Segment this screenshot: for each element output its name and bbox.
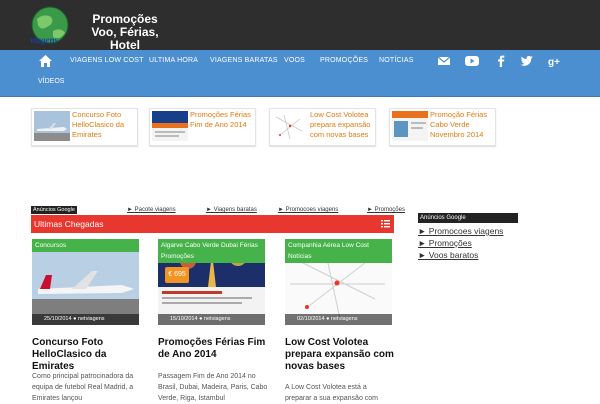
post-image[interactable]: Companhia Aérea Low Cost Notícias 02/10/…: [285, 239, 392, 325]
post-meta: 02/10/2014 ● netviagens: [285, 314, 392, 325]
youtube-icon[interactable]: [465, 55, 479, 67]
featured-title-2[interactable]: Promoções Férias Fim de Ano 2014: [190, 110, 256, 130]
facebook-icon[interactable]: [494, 55, 508, 67]
promo-thumbnail: [152, 111, 188, 141]
twitter-icon[interactable]: [520, 55, 534, 67]
featured-item-3[interactable]: Low Cost Volotea prepara expansão com no…: [269, 108, 376, 146]
featured-title-4[interactable]: Promoção Férias Cabo Verde Novembro 2014: [430, 110, 496, 140]
post-title[interactable]: Low Cost Volotea prepara expansão com no…: [285, 337, 395, 373]
latest-posts-title: Ultimas Chegadas: [34, 219, 104, 229]
mail-icon[interactable]: [437, 55, 451, 67]
post-date: 25/10/2014: [44, 316, 72, 322]
post-excerpt: Como principal patrocinadora da equipa d…: [32, 373, 134, 402]
nav-promocoes[interactable]: PROMOÇÕES: [320, 50, 368, 72]
logo-text: viagens: [30, 35, 58, 45]
nav-viagens-baratas[interactable]: VIAGENS BARATAS: [210, 50, 278, 72]
ad-link-promocoes[interactable]: ► Promoções: [367, 205, 405, 215]
post-meta: 15/10/2014 ● netviagens: [158, 314, 265, 325]
featured-title-3[interactable]: Low Cost Volotea prepara expansão com no…: [310, 110, 376, 140]
post-excerpt: A Low Cost Volotea está a preparar a sua…: [285, 384, 378, 402]
ad-link-pacote-viagens[interactable]: ► Pacote viagens: [127, 205, 176, 215]
ad-link-viagens-baratas[interactable]: ► Viagens baratas: [206, 205, 257, 215]
main-nav: VIAGENS LOW COST ULTIMA HORA VIAGENS BAR…: [0, 50, 600, 97]
nav-ultima-hora[interactable]: ULTIMA HORA: [149, 50, 198, 72]
post-author[interactable]: netviagens: [78, 316, 105, 322]
sidebar-ad-promocoes-viagens[interactable]: ► Promocoes viagens: [418, 226, 503, 236]
google-ads-bar: Anúncios Google ► Pacote viagens ► Viage…: [31, 205, 405, 215]
author-icon: ●: [199, 316, 203, 322]
post-meta: 25/10/2014 ● netviagens: [32, 314, 139, 325]
home-icon[interactable]: [38, 54, 53, 68]
list-menu-icon[interactable]: [381, 219, 390, 228]
post-title[interactable]: Concurso Foto HelloClasico da Emirates: [32, 337, 142, 373]
post-excerpt: Passagem Fim de Ano 2014 no Brasil, Duba…: [158, 373, 268, 402]
site-header: viagens Promoções Voo, Férias, Hotel: [0, 0, 600, 52]
sidebar-ad-promocoes[interactable]: ► Promoções: [418, 238, 472, 248]
google-plus-icon[interactable]: g+: [548, 55, 562, 67]
sidebar-ad-voos-baratos[interactable]: ► Voos baratos: [418, 250, 478, 260]
post-image[interactable]: € 695 Algarve Cabo Verde Dubai Férias Pr…: [158, 239, 265, 325]
svg-text:g+: g+: [548, 57, 560, 67]
airplane-thumbnail: [34, 111, 70, 141]
post-date: 15/10/2014: [170, 316, 198, 322]
cabo-verde-thumbnail: [392, 111, 428, 141]
nav-noticias[interactable]: NOTÍCIAS: [379, 50, 414, 72]
tagline-line2: Voo, Férias, Hotel: [91, 25, 159, 52]
ad-link-promocoes-viagens[interactable]: ► Promocoes viagens: [278, 205, 338, 215]
nav-videos[interactable]: VÍDEOS: [38, 78, 64, 85]
nav-viagens-low-cost[interactable]: VIAGENS LOW COST: [70, 50, 144, 72]
post-date: 02/10/2014: [297, 316, 325, 322]
post-title[interactable]: Promoções Férias Fim de Ano 2014: [158, 337, 268, 361]
sidebar-ads-label: Anúncios Google: [418, 213, 518, 223]
ads-label: Anúncios Google: [31, 206, 77, 214]
featured-item-1[interactable]: Concurso Foto HelloClasico da Emirates: [31, 108, 138, 146]
price-badge: € 695: [165, 267, 189, 283]
featured-title-1[interactable]: Concurso Foto HelloClasico da Emirates: [72, 110, 138, 140]
author-icon: ●: [326, 316, 330, 322]
post-category[interactable]: Concursos: [32, 239, 139, 252]
featured-item-2[interactable]: Promoções Férias Fim de Ano 2014: [149, 108, 256, 146]
post-category[interactable]: Algarve Cabo Verde Dubai Férias Promoçõe…: [158, 239, 265, 263]
latest-posts-header: Ultimas Chegadas: [31, 215, 394, 233]
site-tagline: Promoções Voo, Férias, Hotel: [75, 13, 175, 52]
nav-voos[interactable]: VOOS: [284, 50, 305, 72]
post-author[interactable]: netviagens: [204, 316, 231, 322]
author-icon: ●: [73, 316, 77, 322]
post-image[interactable]: Concursos 25/10/2014 ● netviagens: [32, 239, 139, 325]
featured-item-4[interactable]: Promoção Férias Cabo Verde Novembro 2014: [389, 108, 496, 146]
map-thumbnail: [272, 111, 308, 141]
post-category[interactable]: Companhia Aérea Low Cost Notícias: [285, 239, 392, 263]
post-author[interactable]: netviagens: [331, 316, 358, 322]
